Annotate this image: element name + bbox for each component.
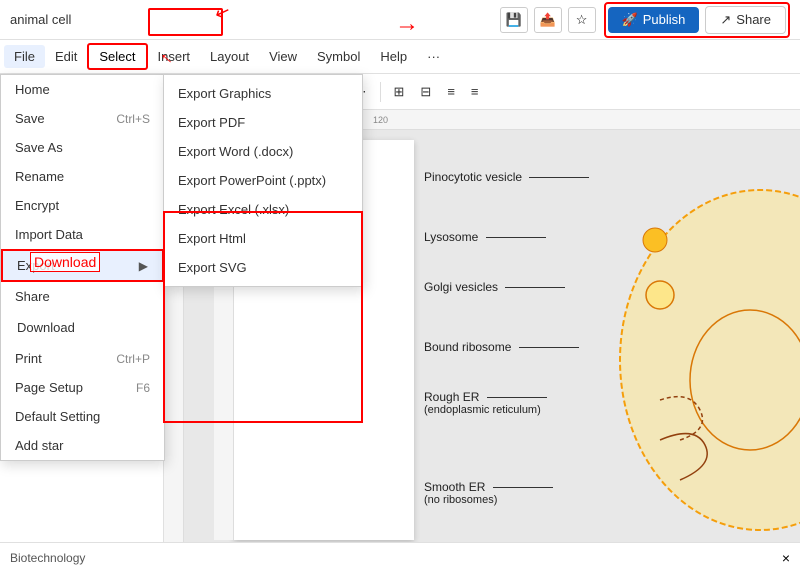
cell-illustration	[600, 140, 800, 540]
label-golgi: Golgi vesicles	[424, 280, 565, 294]
label-lysosome: Lysosome	[424, 230, 546, 244]
export-arrow-icon: ▶	[139, 259, 148, 273]
export-html[interactable]: Export Html	[164, 224, 362, 253]
label-bound-ribosome: Bound ribosome	[424, 340, 579, 354]
menu-save-as[interactable]: Save As	[1, 133, 164, 162]
publish-icon: 🚀	[622, 12, 638, 28]
menu-select[interactable]: Select	[87, 43, 147, 70]
label-pinocytotic: Pinocytotic vesicle	[424, 170, 589, 184]
menu-download[interactable]: Download	[1, 311, 164, 344]
menu-rename[interactable]: Rename	[1, 162, 164, 191]
menu-save[interactable]: Save Ctrl+S	[1, 104, 164, 133]
app-filename: animal cell	[10, 12, 492, 27]
ruler-tick: 120	[368, 115, 393, 125]
bottom-close-icon[interactable]: ×	[782, 550, 790, 566]
menu-page-setup[interactable]: Page Setup F6	[1, 373, 164, 402]
menu-bar: File Edit Select Insert Layout View Symb…	[0, 40, 800, 74]
title-bar: animal cell 💾 📤 ☆ 🚀 Publish ↗ Share	[0, 0, 800, 40]
menu-layout[interactable]: Layout	[200, 45, 259, 68]
menu-import-data[interactable]: Import Data	[1, 220, 164, 249]
toolbar-more2[interactable]: ≡	[465, 81, 485, 102]
export-svg[interactable]: Export SVG	[164, 253, 362, 282]
title-icon-group: 💾 📤 ☆	[500, 7, 596, 33]
label-line-rougher	[487, 397, 547, 398]
menu-view[interactable]: View	[259, 45, 307, 68]
menu-file[interactable]: File	[4, 45, 45, 68]
toolbar-sep4	[380, 82, 381, 102]
export-excel[interactable]: Export Excel (.xlsx)	[164, 195, 362, 224]
publish-button[interactable]: 🚀 Publish	[608, 7, 700, 33]
menu-insert[interactable]: Insert	[148, 45, 201, 68]
menu-share[interactable]: Share	[1, 282, 164, 311]
export-pptx[interactable]: Export PowerPoint (.pptx)	[164, 166, 362, 195]
diagram-area: Pinocytotic vesicle Lysosome Golgi vesic…	[424, 140, 800, 542]
menu-encrypt[interactable]: Encrypt	[1, 191, 164, 220]
label-rough-er-sub: (endoplasmic reticulum)	[424, 404, 547, 416]
share-button[interactable]: ↗ Share	[705, 6, 786, 34]
label-smooth-er-sub: (no ribosomes)	[424, 494, 553, 506]
bottom-panel-label: Biotechnology	[10, 551, 85, 565]
share-icon: ↗	[720, 12, 731, 28]
menu-help[interactable]: Help	[370, 45, 417, 68]
label-line-golgi	[505, 287, 565, 288]
menu-add-star[interactable]: Add star	[1, 431, 164, 460]
export-word[interactable]: Export Word (.docx)	[164, 137, 362, 166]
menu-more[interactable]: ···	[417, 45, 450, 68]
label-line-pinocytotic	[529, 177, 589, 178]
label-smooth-er: Smooth ER (no ribosomes)	[424, 480, 553, 506]
menu-home[interactable]: Home	[1, 75, 164, 104]
menu-print[interactable]: Print Ctrl+P	[1, 344, 164, 373]
menu-edit[interactable]: Edit	[45, 45, 87, 68]
menu-export[interactable]: Export ▶	[1, 249, 164, 282]
toolbar-more1[interactable]: ≡	[441, 81, 461, 102]
bottom-bar: Biotechnology ×	[0, 542, 800, 572]
toolbar-table[interactable]: ⊞	[388, 81, 411, 103]
file-dropdown: Home Save Ctrl+S Save As Rename Encrypt …	[0, 74, 165, 461]
export-dropdown: Export Graphics Export PDF Export Word (…	[163, 74, 363, 287]
menu-default-setting[interactable]: Default Setting	[1, 402, 164, 431]
save-icon-btn[interactable]: 💾	[500, 7, 528, 33]
menu-symbol[interactable]: Symbol	[307, 45, 370, 68]
star-icon-btn[interactable]: ☆	[568, 7, 596, 33]
export-pdf[interactable]: Export PDF	[164, 108, 362, 137]
label-line-ribosome	[519, 347, 579, 348]
label-line-smoother	[493, 487, 553, 488]
share-icon-btn[interactable]: 📤	[534, 7, 562, 33]
export-graphics[interactable]: Export Graphics	[164, 79, 362, 108]
toolbar-grid[interactable]: ⊟	[414, 81, 437, 103]
label-line-lysosome	[486, 237, 546, 238]
publish-share-group: 🚀 Publish ↗ Share	[604, 2, 790, 38]
label-rough-er: Rough ER (endoplasmic reticulum)	[424, 390, 547, 416]
